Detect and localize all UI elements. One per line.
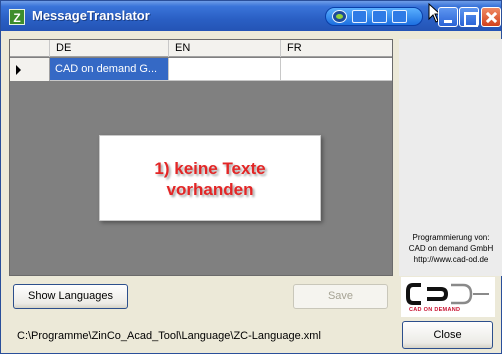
table-row[interactable]: CAD on demand G... <box>10 58 392 81</box>
notice-callout: 1) keine Texte vorhanden <box>99 135 321 221</box>
company-logo: CAD ON DEMAND <box>401 277 495 317</box>
notice-text: 1) keine Texte vorhanden <box>154 159 266 199</box>
credit-text: Programmierung von: CAD on demand GmbH h… <box>399 232 502 265</box>
window-icon[interactable] <box>352 10 367 23</box>
window-title: MessageTranslator <box>32 8 150 23</box>
column-header-fr[interactable]: FR <box>281 40 392 57</box>
show-languages-button[interactable]: Show Languages <box>13 284 128 309</box>
taskbar-tray-group <box>325 7 423 26</box>
cell-en[interactable] <box>169 58 281 81</box>
grid-corner-header[interactable] <box>10 40 50 57</box>
column-header-en[interactable]: EN <box>169 40 281 57</box>
app-icon: Z <box>9 9 25 25</box>
column-header-de[interactable]: DE <box>50 40 169 57</box>
close-icon[interactable] <box>481 7 501 27</box>
logo-tagline: CAD ON DEMAND <box>409 307 461 313</box>
credit-line-1: Programmierung von: <box>412 233 490 242</box>
window-icon[interactable] <box>372 10 387 23</box>
close-button[interactable]: Close <box>402 321 493 349</box>
maximize-icon[interactable] <box>459 7 479 27</box>
credit-line-3: http://www.cad-od.de <box>413 255 489 264</box>
cad-od-logo-icon <box>406 283 489 305</box>
row-header[interactable] <box>10 58 50 81</box>
cell-fr[interactable] <box>281 58 392 81</box>
title-bar[interactable]: Z MessageTranslator <box>1 1 501 31</box>
minimize-icon[interactable] <box>438 7 458 27</box>
grid-header: DE EN FR <box>10 40 392 57</box>
language-grid[interactable]: DE EN FR CAD on demand G... 1) keine Tex… <box>9 39 393 276</box>
save-button[interactable]: Save <box>293 284 388 309</box>
window-icon[interactable] <box>392 10 407 23</box>
message-translator-window: Z MessageTranslator DE EN FR CAD on dema… <box>0 0 502 354</box>
eye-icon[interactable] <box>332 10 347 23</box>
file-path-label: C:\Programme\ZinCo_Acad_Tool\Language\ZC… <box>17 330 321 342</box>
current-row-arrow-icon <box>16 65 21 75</box>
credit-line-2: CAD on demand GmbH <box>408 244 494 253</box>
cell-de[interactable]: CAD on demand G... <box>50 58 169 81</box>
